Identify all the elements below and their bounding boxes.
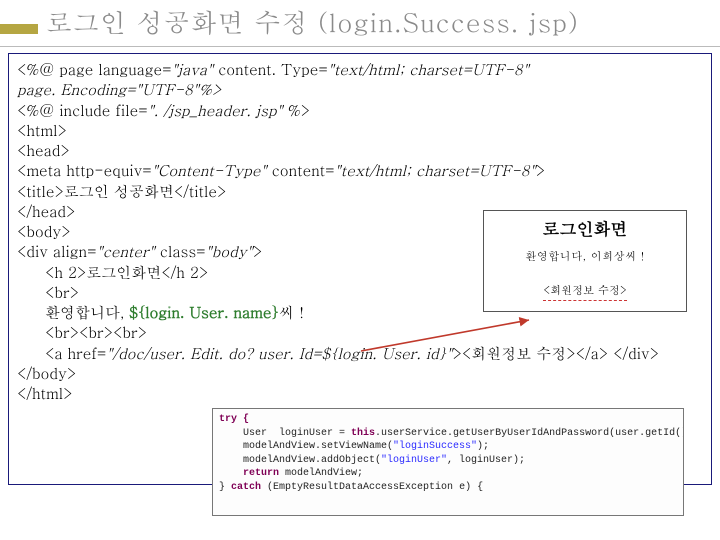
java-line: return modelAndView; (219, 467, 677, 481)
code-line: <meta http-equiv="Content-Type" content=… (17, 161, 703, 181)
code-line: <head> (17, 141, 703, 161)
txt: page. Encoding= (17, 79, 136, 100)
java-line: modelAndView.setViewName("loginSuccess")… (219, 440, 677, 454)
java-line: User loginUser = this.userService.getUse… (219, 427, 677, 441)
txt: content= (267, 160, 335, 181)
txt: } (219, 482, 231, 493)
preview-title: 로그인화면 (490, 217, 680, 240)
txt: "UTF-8" (136, 79, 199, 100)
page-title: 로그인 성공화면 수정 (login.Success. jsp) (46, 4, 579, 40)
java-line: } catch (EmptyResultDataAccessException … (219, 481, 677, 495)
txt: "loginSuccess" (393, 441, 477, 452)
txt: > (536, 160, 545, 181)
txt: class= (155, 241, 206, 262)
preview-panel: 로그인화면 환영합니다, 이희상씨 ! <회원정보 수정> (483, 210, 687, 312)
txt: ><회원정보 수정></a> </div> (452, 343, 659, 364)
code-line: page. Encoding="UTF-8"%> (17, 80, 703, 100)
txt: return (243, 468, 279, 479)
txt: <%@ include file= (17, 100, 148, 121)
txt: %> (199, 79, 221, 100)
txt: "text/html; charset=UTF-8" (335, 160, 536, 181)
txt (219, 468, 243, 479)
txt: "/doc/user. Edit. do? user. Id=${login. … (106, 343, 452, 364)
code-line: <a href="/doc/user. Edit. do? user. Id=$… (17, 344, 703, 364)
java-line: modelAndView.addObject("loginUser", logi… (219, 454, 677, 468)
txt: %> (288, 100, 310, 121)
txt: <%@ page language= (17, 59, 172, 80)
el-expression: ${login. User. name} (129, 302, 279, 323)
txt: .userService.getUserByUserIdAndPassword(… (375, 428, 684, 439)
txt: ". /jsp_header. jsp" (148, 100, 288, 121)
txt: 환영합니다, (45, 302, 129, 323)
title-bar: 로그인 성공화면 수정 (login.Success. jsp) (0, 0, 720, 47)
code-line: <title>로그인 성공화면</title> (17, 182, 703, 202)
accent-block (0, 24, 38, 34)
txt: modelAndView.setViewName( (219, 441, 393, 452)
txt: modelAndView.addObject( (219, 455, 381, 466)
java-line: try { (219, 413, 677, 427)
txt: "text/html; charset=UTF-8" (328, 59, 529, 80)
txt: try { (219, 414, 249, 425)
txt: > (253, 241, 262, 262)
txt: "body" (206, 241, 253, 262)
code-line: </html> (17, 384, 703, 404)
txt: "center" (96, 241, 154, 262)
txt: 씨！ (279, 302, 309, 323)
txt: "java" (172, 59, 214, 80)
txt: <div align= (17, 241, 96, 262)
txt: "Content-Type" (152, 160, 267, 181)
java-snippet-box: try { User loginUser = this.userService.… (212, 408, 684, 516)
txt: content. Type= (213, 59, 327, 80)
txt: ); (477, 441, 489, 452)
txt: this (351, 428, 375, 439)
code-line: </body> (17, 364, 703, 384)
code-line: <br><br><br> (17, 323, 703, 343)
txt: <meta http-equiv= (17, 160, 152, 181)
preview-link: <회원정보 수정> (543, 284, 626, 301)
txt: (EmptyResultDataAccessException e) { (261, 482, 483, 493)
code-line: <html> (17, 121, 703, 141)
txt: modelAndView; (279, 468, 363, 479)
code-line: <%@ include file=". /jsp_header. jsp" %> (17, 101, 703, 121)
code-line: <%@ page language="java" content. Type="… (17, 60, 703, 80)
txt: <a href= (45, 343, 106, 364)
txt: "loginUser" (381, 455, 447, 466)
txt: User loginUser = (219, 428, 351, 439)
txt: , loginUser); (447, 455, 525, 466)
preview-message: 환영합니다, 이희상씨 ! (490, 250, 680, 265)
txt: catch (231, 482, 261, 493)
